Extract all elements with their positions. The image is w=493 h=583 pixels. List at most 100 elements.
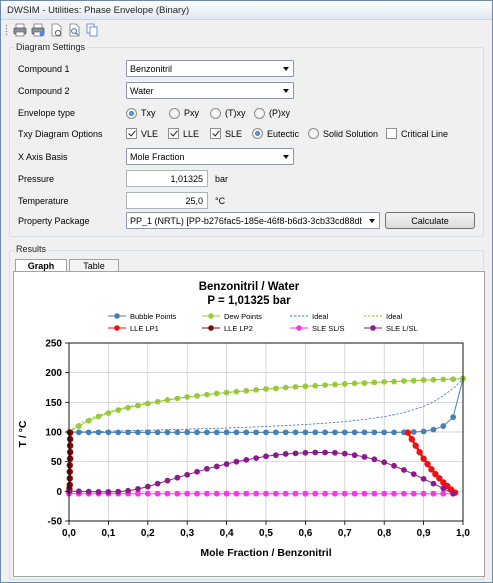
solid-solution-label: Solid Solution (323, 129, 379, 139)
print-icon[interactable] (13, 23, 27, 37)
envelope-radio-txy[interactable] (126, 108, 137, 119)
pressure-label: Pressure (18, 174, 55, 184)
series-sle-l-sl-7-point (75, 488, 82, 495)
series-sle-l-sl-7-point (381, 459, 388, 466)
series-bubble-points-0-point (381, 429, 388, 436)
toolbar-grip[interactable] (5, 24, 8, 36)
temperature-input[interactable]: 25,0 (126, 192, 208, 209)
series-sle-l-sl-7-point (450, 490, 457, 497)
envelope-radio-pxy[interactable] (169, 108, 180, 119)
compound2-select[interactable]: Water (126, 82, 294, 99)
series-lle-lp1-4-point (420, 455, 427, 462)
series-bubble-points-0-point (410, 429, 417, 435)
pressure-unit: bar (215, 174, 229, 184)
page-setup-icon[interactable] (49, 23, 63, 37)
series-sle-sl-s-6-point (420, 490, 427, 497)
series-lle-lp2-5-point (66, 429, 74, 436)
x-axis-basis-label: X Axis Basis (18, 152, 68, 162)
series-sle-sl-s-6-point (410, 490, 417, 497)
property-package-select[interactable]: PP_1 (NRTL) [PP-b276fac5-185e-46f8-b6d3-… (126, 212, 380, 229)
envelope-option-t-xy: (T)xy (225, 108, 246, 118)
sle-checkbox[interactable] (210, 128, 221, 139)
lle-checkbox[interactable] (168, 128, 179, 139)
calculate-button[interactable]: Calculate (385, 212, 475, 229)
series-sle-sl-s-6-point (243, 490, 250, 497)
series-lle-lp2-5-point (66, 462, 73, 469)
series-bubble-points-0-point (391, 429, 397, 436)
series-sle-sl-s-6-point (233, 490, 240, 497)
series-bubble-points-0-point (194, 429, 200, 436)
x-tick-label: 0,3 (180, 528, 194, 539)
phase-envelope-window: DWSIM - Utilities: Phase Envelope (Binar… (0, 0, 493, 583)
print-setup-icon[interactable] (31, 23, 45, 37)
envelope-type-label: Envelope type (18, 108, 76, 118)
series-bubble-points-0-point (361, 429, 368, 436)
envelope-radio-t-xy[interactable] (210, 108, 221, 119)
x-tick-label: 0,8 (377, 528, 391, 539)
copy-icon[interactable] (85, 23, 99, 37)
series-lle-lp1-4-point (424, 460, 431, 468)
phase-envelope-chart[interactable]: Benzonitril / Water P = 1,01325 bar Bubb… (14, 272, 484, 576)
pressure-input[interactable]: 1,01325 (126, 170, 208, 187)
y-tick-label: 250 (45, 339, 62, 350)
x-axis-basis-select[interactable]: Mole Fraction (126, 148, 294, 165)
series-bubble-points-0-point (253, 429, 260, 436)
x-axis-basis-value: Mole Fraction (130, 152, 185, 162)
series-bubble-points-0-point (282, 429, 289, 436)
x-tick-label: 0,6 (298, 528, 312, 539)
series-bubble-points-0-point (115, 429, 122, 436)
series-sle-l-sl-7-point (144, 483, 151, 490)
series-lle-lp1-4-point (416, 448, 423, 456)
title-bar[interactable]: DWSIM - Utilities: Phase Envelope (Binar… (1, 1, 492, 20)
series-bubble-points-0-point (204, 429, 210, 436)
solid-solution-radio[interactable] (308, 128, 319, 139)
series-sle-sl-s-6-point (440, 490, 447, 497)
legend-marker-sle-sl-s (296, 325, 302, 331)
series-dew-points-1-point (85, 417, 92, 424)
series-bubble-points-0-point (263, 429, 269, 436)
print-preview-icon[interactable] (67, 23, 81, 37)
legend-marker-lle-lp2 (208, 325, 214, 331)
series-bubble-points-0-point (371, 429, 378, 436)
compound1-select[interactable]: Benzonitril (126, 60, 294, 77)
series-sle-sl-s-6-point (341, 490, 348, 497)
eutectic-radio[interactable] (252, 128, 263, 139)
x-tick-label: 0,9 (417, 528, 431, 539)
x-tick-label: 0,5 (259, 528, 273, 539)
vle-checkbox[interactable] (126, 128, 137, 139)
series-sle-l-sl-7-point (371, 456, 378, 463)
series-sle-l-sl-7-point (174, 474, 181, 481)
series-bubble-points-0-point (302, 429, 309, 436)
series-sle-l-sl-7-point (263, 453, 269, 460)
series-sle-l-sl-7-point (322, 449, 328, 456)
series-bubble-points-0-point (223, 429, 230, 436)
graph-panel: Benzonitril / Water P = 1,01325 bar Bubb… (13, 271, 485, 577)
series-sle-sl-s-6-point (302, 490, 309, 497)
series-sle-l-sl-7-point (253, 455, 260, 462)
legend-marker-bubble-points (114, 313, 120, 319)
envelope-radio-p-xy[interactable] (254, 108, 265, 119)
results-title: Results (14, 244, 49, 254)
series-bubble-points-0-point (95, 429, 102, 436)
series-lle-lp1-4-point (404, 429, 412, 436)
legend-label-ideal: Ideal (312, 312, 329, 321)
series-bubble-points-0-point (213, 429, 220, 436)
y-tick-label: 150 (45, 398, 62, 409)
lle-label: LLE (183, 129, 200, 139)
legend-marker-sle-l-sl (370, 325, 376, 331)
series-bubble-points-0-point (233, 429, 240, 436)
series-bubble-points-0-point (440, 423, 447, 429)
series-sle-l-sl-7-point (410, 471, 417, 478)
series-dew-points-1-point (125, 404, 131, 411)
series-sle-l-sl-7-point (440, 485, 447, 492)
series-bubble-points-0-point (430, 426, 437, 433)
series-sle-l-sl-7-point (184, 471, 191, 478)
series-sle-sl-s-6-point (223, 490, 230, 497)
series-lle-lp2-5-point (66, 442, 74, 449)
chevron-down-icon (369, 219, 375, 223)
x-axis-label: Mole Fraction / Benzonitril (200, 547, 331, 559)
series-sle-sl-s-6-point (174, 490, 181, 497)
critical-line-checkbox[interactable] (386, 128, 397, 139)
y-tick-label: 100 (45, 428, 62, 439)
series-sle-l-sl-7-point (292, 450, 299, 457)
